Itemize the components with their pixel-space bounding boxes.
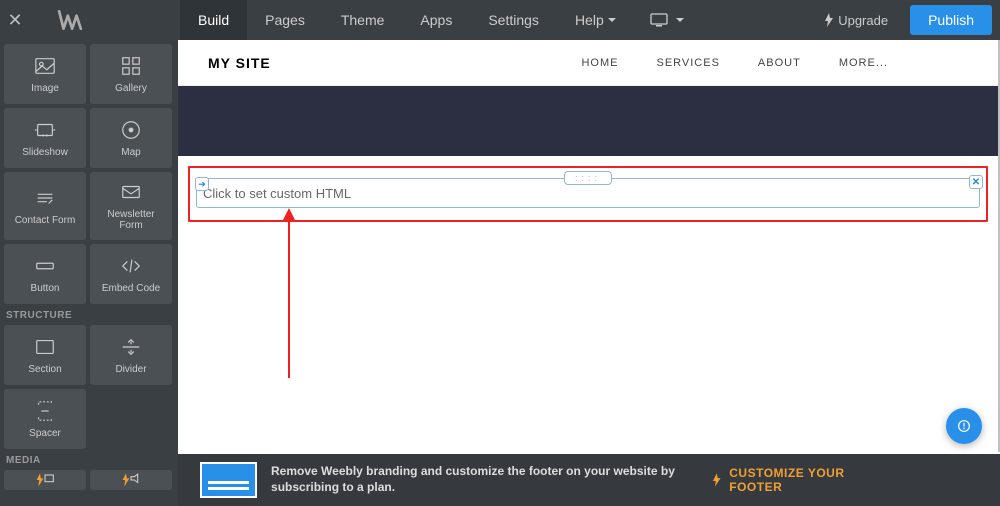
widget-label: Divider — [115, 364, 146, 375]
widget-label: Button — [31, 283, 60, 294]
topbar-menu: Build Pages Theme Apps Settings Help — [180, 0, 700, 40]
section-structure-label: STRUCTURE — [4, 304, 174, 325]
help-fab[interactable] — [946, 408, 982, 444]
menu-settings[interactable]: Settings — [470, 0, 557, 40]
nav-about[interactable]: ABOUT — [758, 57, 801, 69]
element-drag-handle[interactable]: :::: — [564, 171, 612, 185]
weebly-logo[interactable] — [30, 7, 110, 33]
widget-label: Image — [31, 83, 59, 94]
publish-button[interactable]: Publish — [910, 5, 992, 35]
widget-label: Spacer — [29, 428, 61, 439]
embed-html-element[interactable]: ➜ :::: ✕ Click to set custom HTML — [196, 178, 980, 208]
menu-apps[interactable]: Apps — [402, 0, 470, 40]
site-body[interactable]: ➜ :::: ✕ Click to set custom HTML — [178, 156, 998, 446]
widget-section[interactable]: Section — [4, 325, 86, 385]
upgrade-label: Upgrade — [838, 13, 888, 28]
canvas: MY SITE HOME SERVICES ABOUT MORE... ➜ ::… — [178, 40, 998, 452]
annotation-arrow — [288, 218, 290, 378]
menu-build[interactable]: Build — [180, 0, 247, 40]
widget-media-2[interactable] — [90, 470, 172, 490]
widget-contact-form[interactable]: Contact Form — [4, 172, 86, 240]
nav-services[interactable]: SERVICES — [656, 57, 719, 69]
footer-banner: Remove Weebly branding and customize the… — [178, 454, 1000, 506]
widget-slideshow[interactable]: Slideshow — [4, 108, 86, 168]
footer-text: Remove Weebly branding and customize the… — [271, 464, 698, 495]
widget-label: Newsletter Form — [107, 209, 154, 231]
widget-button[interactable]: Button — [4, 244, 86, 304]
widget-label: Map — [121, 147, 140, 158]
nav-home[interactable]: HOME — [581, 57, 618, 69]
widget-embed-code[interactable]: Embed Code — [90, 244, 172, 304]
close-icon[interactable]: ✕ — [0, 0, 30, 40]
footer-cta-label: CUSTOMIZE YOUR FOOTER — [729, 466, 866, 494]
annotation-highlight: ➜ :::: ✕ Click to set custom HTML — [188, 166, 988, 222]
topbar: ✕ Build Pages Theme Apps Settings Help U… — [0, 0, 1000, 40]
customize-footer-button[interactable]: CUSTOMIZE YOUR FOOTER — [712, 466, 986, 494]
element-delete-icon[interactable]: ✕ — [969, 175, 983, 189]
widget-label: Contact Form — [15, 215, 76, 226]
menu-pages[interactable]: Pages — [247, 0, 323, 40]
sidebar: Image Gallery Slideshow Map Contact Form… — [0, 40, 178, 506]
widget-label: Section — [28, 364, 61, 375]
widget-label: Gallery — [115, 83, 147, 94]
site-menu: HOME SERVICES ABOUT MORE... — [581, 57, 968, 69]
topbar-right: Upgrade Publish — [810, 0, 1000, 40]
embed-html-placeholder: Click to set custom HTML — [203, 186, 351, 201]
upgrade-button[interactable]: Upgrade — [810, 13, 902, 28]
widget-label: Slideshow — [22, 147, 68, 158]
widget-newsletter-form[interactable]: Newsletter Form — [90, 172, 172, 240]
section-media-label: MEDIA — [4, 449, 174, 470]
nav-more[interactable]: MORE... — [839, 57, 888, 69]
widget-media-1[interactable] — [4, 470, 86, 490]
device-preview[interactable] — [634, 0, 700, 40]
menu-help[interactable]: Help — [557, 0, 634, 40]
site-hero[interactable] — [178, 86, 998, 156]
footer-thumb-icon — [200, 462, 257, 498]
widget-label: Embed Code — [102, 283, 160, 294]
menu-theme[interactable]: Theme — [323, 0, 403, 40]
widget-map[interactable]: Map — [90, 108, 172, 168]
element-move-icon[interactable]: ➜ — [195, 177, 209, 191]
site-nav: MY SITE HOME SERVICES ABOUT MORE... — [178, 40, 998, 86]
widget-image[interactable]: Image — [4, 44, 86, 104]
site-title[interactable]: MY SITE — [208, 55, 271, 71]
widget-spacer[interactable]: Spacer — [4, 389, 86, 449]
widget-divider[interactable]: Divider — [90, 325, 172, 385]
widget-gallery[interactable]: Gallery — [90, 44, 172, 104]
